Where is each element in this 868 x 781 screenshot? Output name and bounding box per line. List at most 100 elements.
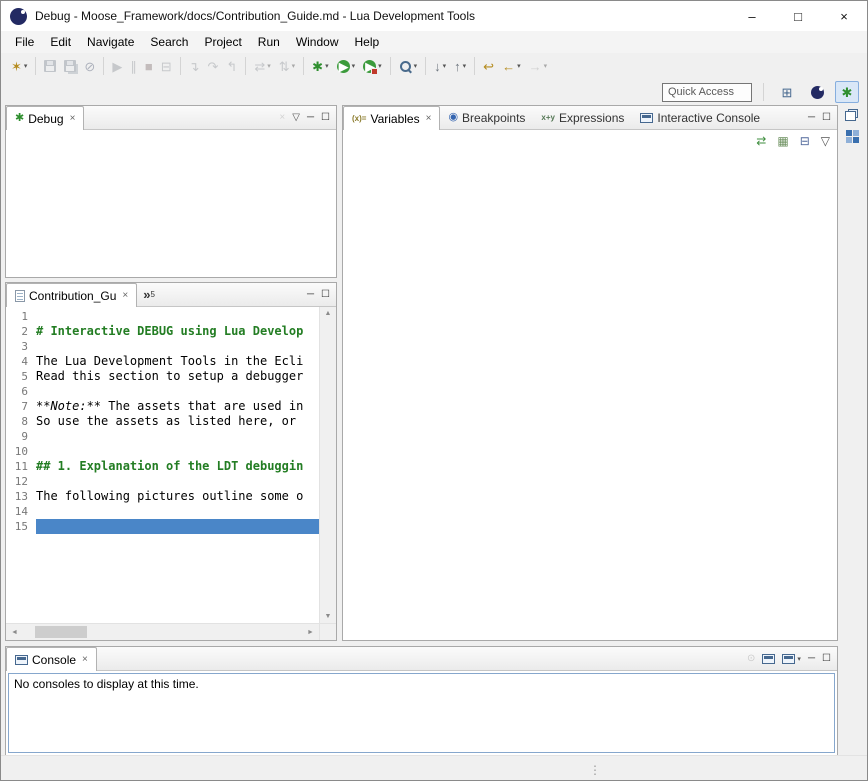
menu-file[interactable]: File	[7, 31, 42, 53]
next-annotation-button[interactable]: ↓▾	[431, 55, 449, 77]
sash-grip[interactable]: ⋮	[589, 764, 601, 776]
line-number[interactable]: 9	[6, 429, 36, 444]
close-tab-icon[interactable]: ×	[70, 113, 76, 124]
line-number[interactable]: 2	[6, 324, 36, 339]
editor-lines[interactable]: 12# Interactive DEBUG using Lua Develop3…	[6, 307, 319, 623]
menu-project[interactable]: Project	[196, 31, 249, 53]
close-window-button[interactable]: ×	[821, 1, 867, 31]
tab-debug[interactable]: ✱Debug×	[6, 106, 84, 130]
line-number[interactable]: 12	[6, 474, 36, 489]
view-menu-button[interactable]: ▽	[292, 113, 300, 123]
minimize-view-button[interactable]: ─	[808, 113, 815, 123]
lua-perspective-button[interactable]	[805, 81, 829, 103]
search-button[interactable]: ▾	[396, 55, 421, 77]
tab-expressions[interactable]: x+yExpressions	[533, 106, 632, 129]
maximize-view-button[interactable]: ☐	[822, 654, 831, 664]
previous-annotation-button[interactable]: ↑▾	[451, 55, 469, 77]
scroll-up-icon[interactable]: ▲	[325, 310, 332, 317]
next-annotation-dropdown-icon[interactable]: ▾	[443, 62, 447, 70]
menu-window[interactable]: Window	[288, 31, 347, 53]
debug-button[interactable]: ✱▾	[309, 55, 331, 77]
line-number[interactable]: 11	[6, 459, 36, 474]
code-line[interactable]	[36, 474, 319, 489]
menu-edit[interactable]: Edit	[42, 31, 79, 53]
restore-minimized-view-button[interactable]	[848, 109, 858, 118]
show-columns-button[interactable]: ▦	[777, 135, 788, 147]
code-line[interactable]: So use the assets as listed here, or	[36, 414, 319, 429]
line-number[interactable]: 10	[6, 444, 36, 459]
collapse-all-button[interactable]: ⊟	[800, 135, 810, 147]
menu-navigate[interactable]: Navigate	[79, 31, 142, 53]
tab-breakpoints[interactable]: ◉Breakpoints	[440, 106, 533, 129]
scroll-thumb[interactable]	[35, 626, 87, 638]
code-line[interactable]	[36, 444, 319, 459]
view-menu-button[interactable]: ▽	[821, 135, 830, 147]
minimize-view-button[interactable]: ─	[307, 290, 314, 300]
code-line[interactable]: # Interactive DEBUG using Lua Develop	[36, 324, 319, 339]
code-line[interactable]	[36, 429, 319, 444]
minimize-view-button[interactable]: ─	[307, 113, 314, 123]
open-console-dropdown-icon[interactable]: ▾	[797, 655, 801, 663]
scroll-track[interactable]	[23, 624, 302, 640]
line-number[interactable]: 1	[6, 309, 36, 324]
tab-console[interactable]: Console×	[6, 647, 97, 671]
previous-annotation-dropdown-icon[interactable]: ▾	[463, 62, 467, 70]
code-line[interactable]: ## 1. Explanation of the LDT debuggin	[36, 459, 319, 474]
external-tools-dropdown-icon[interactable]: ▾	[378, 62, 382, 70]
show-logical-structure-button[interactable]: ⇄	[756, 135, 766, 147]
code-line[interactable]: The following pictures outline some o	[36, 489, 319, 504]
tab-variables[interactable]: (x)=Variables×	[343, 106, 440, 130]
maximize-view-button[interactable]: ☐	[321, 290, 330, 300]
close-tab-icon[interactable]: ×	[122, 290, 128, 301]
code-line[interactable]	[36, 339, 319, 354]
code-line[interactable]: Read this section to setup a debugger	[36, 369, 319, 384]
line-number[interactable]: 8	[6, 414, 36, 429]
external-tools-button[interactable]: ▶▾	[360, 55, 385, 77]
menu-run[interactable]: Run	[250, 31, 288, 53]
line-number[interactable]: 5	[6, 369, 36, 384]
tab-interactive-console[interactable]: Interactive Console	[632, 106, 768, 129]
minimize-window-button[interactable]: –	[729, 1, 775, 31]
minimized-view-grid-button[interactable]	[846, 130, 859, 143]
scroll-down-icon[interactable]: ▼	[325, 613, 332, 620]
line-number[interactable]: 14	[6, 504, 36, 519]
close-tab-icon[interactable]: ×	[426, 113, 432, 124]
debug-dropdown-icon[interactable]: ▾	[325, 62, 329, 70]
line-number[interactable]: 13	[6, 489, 36, 504]
run-button[interactable]: ▶▾	[334, 55, 359, 77]
line-number[interactable]: 15	[6, 519, 36, 534]
code-line[interactable]: **Note:** The assets that are used in	[36, 399, 319, 414]
code-line[interactable]	[36, 504, 319, 519]
code-line[interactable]: The Lua Development Tools in the Ecli	[36, 354, 319, 369]
maximize-view-button[interactable]: ☐	[822, 113, 831, 123]
back-dropdown-icon[interactable]: ▾	[517, 62, 521, 70]
line-number[interactable]: 6	[6, 384, 36, 399]
open-console-button[interactable]: ▾	[782, 654, 801, 664]
code-line[interactable]	[36, 519, 319, 534]
run-dropdown-icon[interactable]: ▾	[352, 62, 356, 70]
quick-access-input[interactable]	[662, 83, 752, 102]
display-selected-console-button[interactable]	[762, 654, 775, 664]
menu-help[interactable]: Help	[347, 31, 388, 53]
editor-horizontal-scrollbar[interactable]: ◄ ►	[6, 624, 319, 640]
scroll-right-icon[interactable]: ►	[302, 629, 319, 636]
editor-vertical-scrollbar[interactable]: ▲ ▼	[319, 307, 336, 623]
code-line[interactable]	[36, 309, 319, 324]
maximize-view-button[interactable]: ☐	[321, 113, 330, 123]
new-wizard-button[interactable]: ✶▾	[8, 55, 30, 77]
code-line[interactable]	[36, 384, 319, 399]
minimize-view-button[interactable]: ─	[808, 654, 815, 664]
last-edit-location-button[interactable]: ↩	[480, 55, 497, 77]
close-tab-icon[interactable]: ×	[82, 654, 88, 665]
tab-contribution-gu[interactable]: Contribution_Gu×	[6, 283, 137, 307]
scroll-left-icon[interactable]: ◄	[6, 629, 23, 636]
maximize-window-button[interactable]: □	[775, 1, 821, 31]
line-number[interactable]: 7	[6, 399, 36, 414]
debug-perspective-button[interactable]: ✱	[835, 81, 859, 103]
new-wizard-dropdown-icon[interactable]: ▾	[24, 62, 28, 70]
line-number[interactable]: 4	[6, 354, 36, 369]
back-button[interactable]: ←▾	[499, 55, 524, 77]
search-dropdown-icon[interactable]: ▾	[414, 62, 418, 70]
open-perspective-button[interactable]: ⊞	[775, 81, 799, 103]
editor-tab-overflow[interactable]: »5	[137, 283, 161, 306]
